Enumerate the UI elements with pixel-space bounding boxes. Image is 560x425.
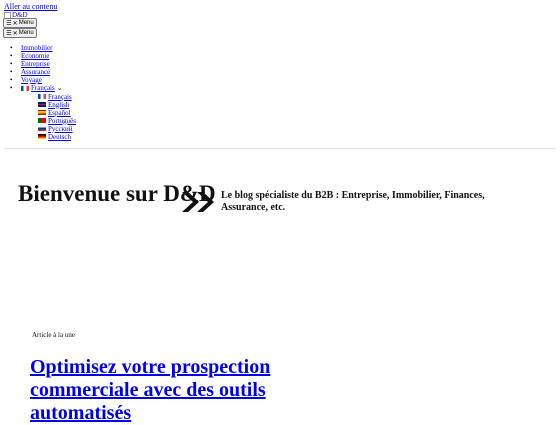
russian-flag-icon — [38, 126, 46, 132]
close-icon: ✕ — [12, 20, 18, 27]
nav-item-immobilier: Immobilier — [10, 44, 76, 52]
menu-button-label: Menu — [18, 20, 34, 26]
french-flag-icon — [38, 94, 46, 100]
nav-item-entreprise: Entreprise — [10, 60, 76, 68]
nav-link-assurance[interactable]: Assurance — [21, 68, 50, 76]
language-option-pt: Português — [38, 117, 76, 125]
close-icon: ✕ — [12, 30, 18, 37]
menu-button-label: Menu — [18, 30, 34, 36]
english-flag-icon — [38, 102, 46, 108]
language-link-de[interactable]: Deutsch — [48, 133, 71, 141]
french-flag-icon — [21, 85, 29, 91]
menu-toggle-button[interactable]: ☰ ✕ Menu — [3, 18, 37, 28]
nav-link-entreprise[interactable]: Entreprise — [21, 60, 50, 68]
language-option-en: English — [38, 101, 76, 109]
hamburger-icon: ☰ — [6, 30, 12, 37]
skip-to-content-link[interactable]: Aller au contenu — [4, 2, 57, 11]
nav-link-economie[interactable]: Economie — [21, 52, 49, 60]
hero-tagline: Le blog spécialiste du B2B : Entreprise,… — [221, 190, 485, 213]
language-link-fr[interactable]: Français — [48, 93, 72, 101]
main-navigation: Immobilier Economie Entreprise Assurance… — [10, 44, 76, 141]
featured-article-label: Article à la une — [32, 331, 75, 339]
featured-article-title: Optimisez votre prospection commerciale … — [30, 356, 290, 425]
nav-item-economie: Economie — [10, 52, 76, 60]
nav-link-immobilier[interactable]: Immobilier — [21, 44, 53, 52]
portuguese-flag-icon — [38, 118, 46, 124]
language-list: Français English Español Português Русск… — [21, 93, 76, 141]
nav-item-language: Français⌄ Français English Español Portu… — [10, 84, 76, 141]
nav-link-voyage[interactable]: Voyage — [21, 76, 42, 84]
double-chevron-right-icon — [182, 192, 214, 212]
language-switcher-current[interactable]: Français — [31, 84, 55, 92]
language-option-fr: Français — [38, 93, 76, 101]
hamburger-icon: ☰ — [6, 20, 12, 27]
language-link-ru[interactable]: Русский — [48, 125, 73, 133]
language-link-pt[interactable]: Português — [48, 117, 76, 125]
language-link-es[interactable]: Español — [48, 109, 71, 117]
language-option-es: Español — [38, 109, 76, 117]
language-option-de: Deutsch — [38, 133, 76, 141]
featured-article-link[interactable]: Optimisez votre prospection commerciale … — [30, 356, 270, 424]
chevron-down-icon[interactable]: ⌄ — [57, 84, 63, 92]
language-option-ru: Русский — [38, 125, 76, 133]
nav-item-assurance: Assurance — [10, 68, 76, 76]
header-divider — [4, 148, 556, 149]
spanish-flag-icon — [38, 110, 46, 116]
language-link-en[interactable]: English — [48, 101, 69, 109]
nav-item-voyage: Voyage — [10, 76, 76, 84]
german-flag-icon — [38, 134, 46, 140]
menu-toggle-button-secondary[interactable]: ☰ ✕ Menu — [3, 28, 37, 38]
